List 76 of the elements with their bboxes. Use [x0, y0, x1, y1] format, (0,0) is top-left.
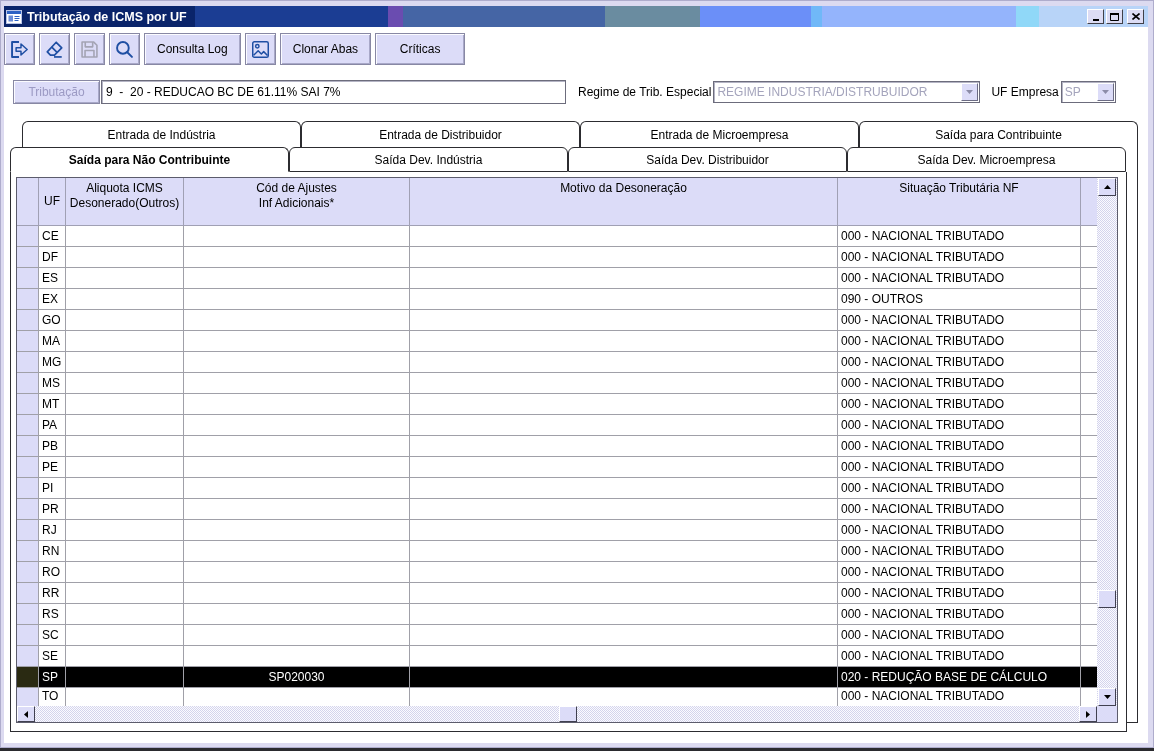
table-row[interactable]: RR 000 - NACIONAL TRIBUTADO: [17, 583, 1097, 604]
search-icon: [116, 40, 133, 58]
caret-down-icon: [1103, 695, 1111, 699]
search-button[interactable]: [109, 33, 140, 65]
scroll-thumb[interactable]: [1098, 590, 1116, 608]
exit-icon: [11, 40, 28, 58]
toolbar-button[interactable]: Críticas: [375, 33, 466, 65]
table-row[interactable]: EX 090 - OUTROS: [17, 289, 1097, 310]
maximize-button[interactable]: [1106, 9, 1123, 24]
table-row[interactable]: RN 000 - NACIONAL TRIBUTADO: [17, 541, 1097, 562]
save-icon: [81, 40, 98, 58]
window-icon: [6, 9, 22, 24]
eraser-button[interactable]: [39, 33, 70, 65]
close-icon: [1131, 13, 1140, 20]
horizontal-scrollbar[interactable]: [17, 706, 1097, 722]
caret-down-icon: [966, 90, 974, 94]
caret-up-icon: [1103, 185, 1111, 189]
caret-right-icon: [1086, 710, 1090, 718]
close-button[interactable]: [1127, 9, 1144, 24]
column-header: Aliquota ICMS Desonerado(Outros): [66, 178, 184, 226]
toolbar-button[interactable]: Clonar Abas: [279, 33, 372, 65]
exit-button[interactable]: [4, 33, 35, 65]
table-row[interactable]: SP SP020030 020 - REDUÇÃO BASE DE CÁLCULO: [17, 667, 1097, 688]
minimize-icon: [1092, 19, 1099, 21]
table-row[interactable]: RS 000 - NACIONAL TRIBUTADO: [17, 604, 1097, 625]
scrollbar-corner: [1097, 706, 1117, 722]
table-row[interactable]: MS 000 - NACIONAL TRIBUTADO: [17, 373, 1097, 394]
tab[interactable]: Saída para Contribuinte: [859, 121, 1138, 147]
tab[interactable]: Saída Dev. Indústria: [289, 147, 568, 172]
image-icon: [251, 40, 269, 58]
table-row[interactable]: ES 000 - NACIONAL TRIBUTADO: [17, 268, 1097, 289]
table-row[interactable]: PA 000 - NACIONAL TRIBUTADO: [17, 415, 1097, 436]
scroll-down-button[interactable]: [1098, 688, 1116, 706]
table-row[interactable]: GO 000 - NACIONAL TRIBUTADO: [17, 310, 1097, 331]
column-header: Cód de Ajustes Inf Adicionais*: [184, 178, 410, 226]
tab[interactable]: Entrada de Indústria: [22, 121, 301, 147]
eraser-icon: [46, 40, 63, 58]
caret-left-icon: [24, 710, 28, 718]
field-label: UF Empresa: [991, 85, 1059, 99]
field-label: Regime de Trib. Especial: [578, 85, 712, 99]
grid-corner: [17, 178, 39, 226]
toolbar-button[interactable]: Consulta Log: [144, 33, 241, 65]
table-row[interactable]: MA 000 - NACIONAL TRIBUTADO: [17, 331, 1097, 352]
tab[interactable]: Saída para Não Contribuinte: [10, 147, 289, 172]
tab[interactable]: Saída Dev. Distribuidor: [568, 147, 847, 172]
row-header[interactable]: [17, 667, 39, 688]
scroll-up-button[interactable]: [1098, 178, 1116, 196]
table-row[interactable]: SC 000 - NACIONAL TRIBUTADO: [17, 625, 1097, 646]
table-row[interactable]: PE 000 - NACIONAL TRIBUTADO: [17, 457, 1097, 478]
table-row[interactable]: PR 000 - NACIONAL TRIBUTADO: [17, 499, 1097, 520]
table-row[interactable]: CE 000 - NACIONAL TRIBUTADO: [17, 226, 1097, 247]
table-row[interactable]: RJ 000 - NACIONAL TRIBUTADO: [17, 520, 1097, 541]
scroll-right-button[interactable]: [1079, 706, 1097, 722]
tab[interactable]: Entrada de Distribuidor: [301, 121, 580, 147]
maximize-icon: [1110, 12, 1119, 21]
table-row[interactable]: RO 000 - NACIONAL TRIBUTADO: [17, 562, 1097, 583]
blank-header: [1081, 178, 1097, 226]
table-row[interactable]: PI 000 - NACIONAL TRIBUTADO: [17, 478, 1097, 499]
table-row[interactable]: MG 000 - NACIONAL TRIBUTADO: [17, 352, 1097, 373]
scroll-thumb[interactable]: [559, 706, 577, 722]
scroll-left-button[interactable]: [17, 706, 35, 722]
window-title: Tributação de ICMS por UF: [27, 9, 187, 24]
column-header: Motivo da Desoneração: [410, 178, 838, 226]
tab[interactable]: Saída Dev. Microempresa: [847, 147, 1126, 172]
image-button[interactable]: [244, 33, 276, 65]
vertical-scrollbar[interactable]: [1097, 178, 1117, 706]
column-header: UF: [39, 178, 66, 226]
table-row[interactable]: SE 000 - NACIONAL TRIBUTADO: [17, 646, 1097, 667]
caret-down-icon: [1101, 90, 1109, 94]
table-row[interactable]: PB 000 - NACIONAL TRIBUTADO: [17, 436, 1097, 457]
tributacao-field[interactable]: 9 - 20 - REDUCAO BC DE 61.11% SAI 7%: [101, 80, 566, 104]
tab[interactable]: Entrada de Microempresa: [580, 121, 859, 147]
column-header: Situação Tributária NF: [838, 178, 1081, 226]
table-row[interactable]: MT 000 - NACIONAL TRIBUTADO: [17, 394, 1097, 415]
table-row[interactable]: DF 000 - NACIONAL TRIBUTADO: [17, 247, 1097, 268]
minimize-button[interactable]: [1087, 9, 1104, 24]
